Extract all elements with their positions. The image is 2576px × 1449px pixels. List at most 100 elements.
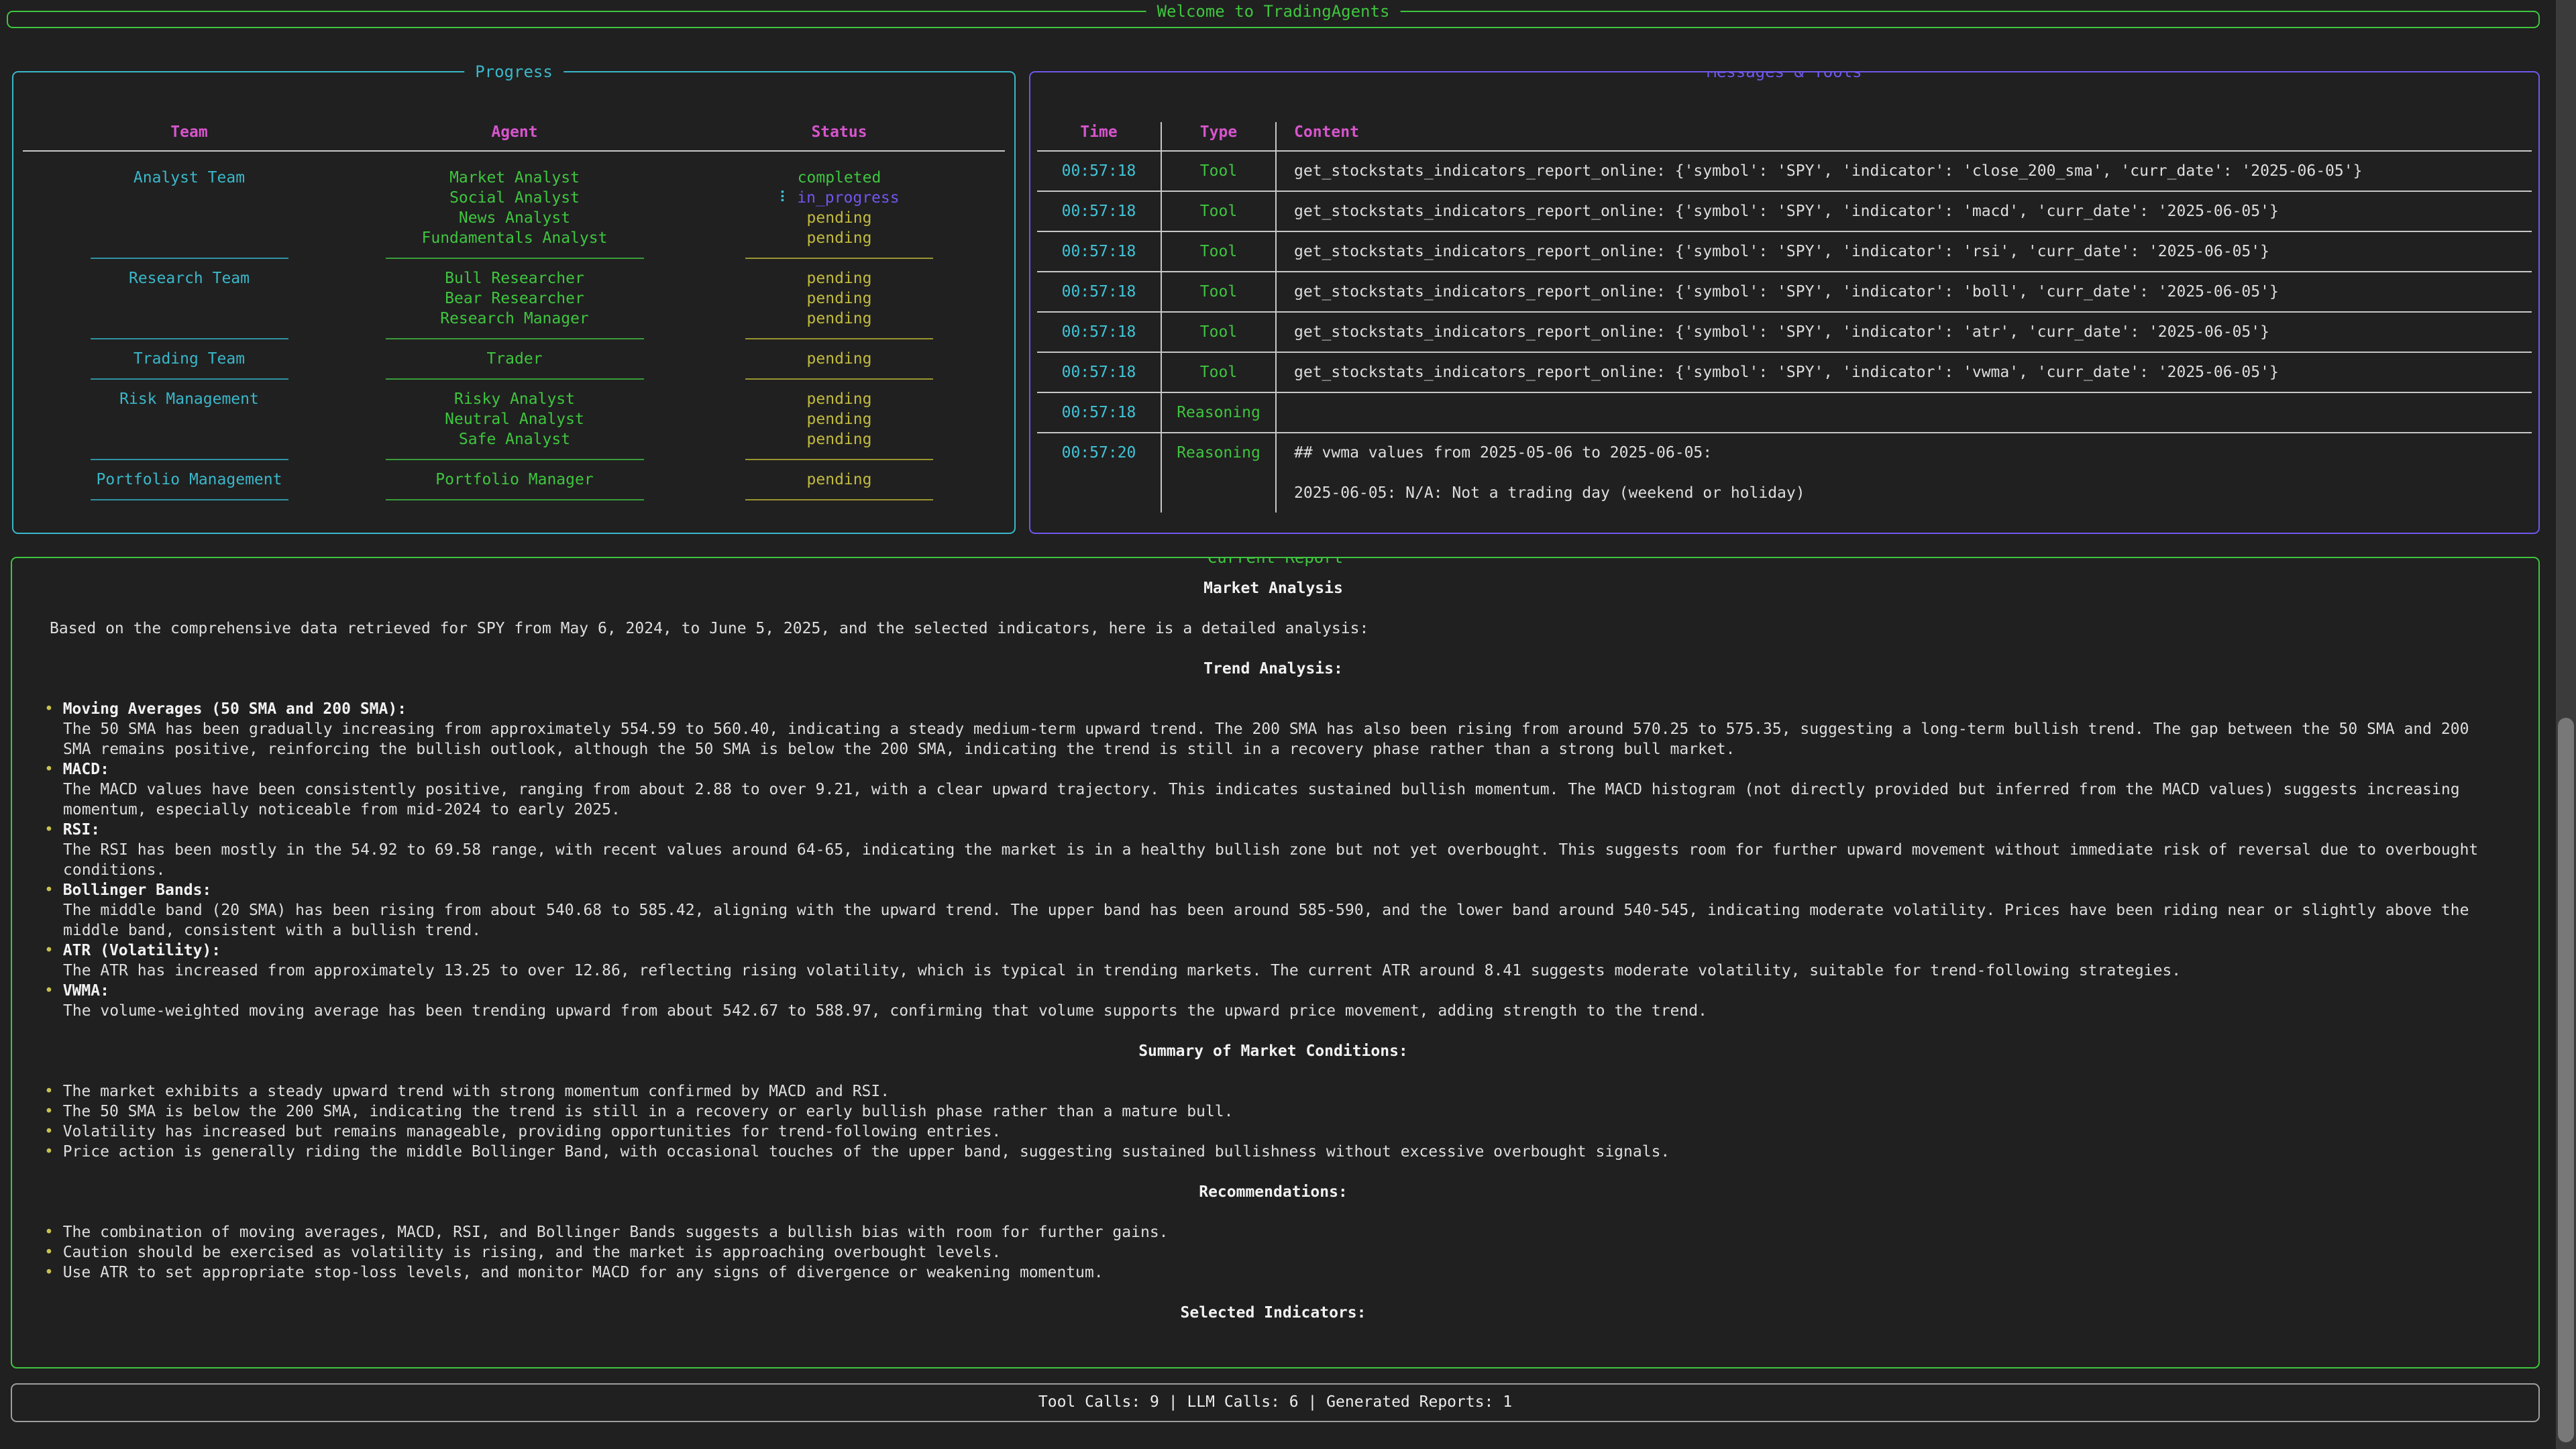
content-cell: ## vwma values from 2025-05-06 to 2025-0… <box>1277 433 2532 513</box>
group-separator <box>21 369 1006 389</box>
report-sections: Trend Analysis:• Moving Averages (50 SMA… <box>44 659 2502 1323</box>
message-row: 00:57:18Toolget_stockstats_indicators_re… <box>1037 311 2532 352</box>
messages-table-header: Time Type Content <box>1037 122 2532 152</box>
bullet-item: • Volatility has increased but remains m… <box>44 1122 2502 1142</box>
group-separator <box>21 329 1006 349</box>
tradingagents-terminal: { "banner": { "title": "Welcome to Tradi… <box>0 0 2576 1449</box>
separator-segment <box>21 378 357 380</box>
column-header-team: Team <box>21 122 357 142</box>
bullet-text: The combination of moving averages, MACD… <box>63 1224 1169 1241</box>
agent-cell: Trader <box>357 349 672 369</box>
agent-cell: Safe Analyst <box>357 429 672 449</box>
progress-row: Trading TeamTraderpending <box>21 349 1006 369</box>
messages-tools-panel: Messages & Tools Time Type Content 00:57… <box>1029 71 2540 534</box>
content-cell: get_stockstats_indicators_report_online:… <box>1277 232 2532 271</box>
bullet-text: Price action is generally riding the mid… <box>63 1143 1670 1161</box>
separator-line <box>91 499 288 500</box>
separator-segment <box>21 258 357 259</box>
bullet-label: Moving Averages (50 SMA and 200 SMA): <box>63 700 407 718</box>
agent-cell: Market Analyst <box>357 168 672 188</box>
bullet-item: • Price action is generally riding the m… <box>44 1142 2502 1162</box>
bullet-item: • VWMA: <box>44 981 2502 1001</box>
time-cell: 00:57:18 <box>1037 232 1162 271</box>
column-header-status: Status <box>672 122 1006 142</box>
separator-line <box>745 459 933 460</box>
progress-row: Bear Researcherpending <box>21 288 1006 309</box>
separator-segment <box>357 459 672 460</box>
bullet-icon: • <box>44 1143 63 1161</box>
separator-line <box>91 378 288 380</box>
team-cell <box>21 188 357 208</box>
separator-segment <box>672 258 1006 259</box>
time-cell: 00:57:18 <box>1037 152 1162 191</box>
bullet-text: The market exhibits a steady upward tren… <box>63 1083 890 1100</box>
group-separator <box>21 248 1006 268</box>
progress-rows: Analyst TeamMarket AnalystcompletedSocia… <box>21 168 1006 510</box>
agent-cell: Bull Researcher <box>357 268 672 288</box>
status-cell: pending <box>672 309 1006 329</box>
progress-row: Risk ManagementRisky Analystpending <box>21 389 1006 409</box>
content-cell: get_stockstats_indicators_report_online:… <box>1277 353 2532 392</box>
bullet-label: VWMA: <box>63 982 109 1000</box>
bullet-icon: • <box>44 1264 63 1281</box>
type-cell: Tool <box>1162 232 1277 271</box>
time-cell: 00:57:18 <box>1037 353 1162 392</box>
banner-title: Welcome to TradingAgents <box>1146 1 1401 21</box>
bullet-item: • ATR (Volatility): <box>44 941 2502 961</box>
separator-segment <box>672 459 1006 460</box>
bullet-icon: • <box>44 700 63 718</box>
progress-row: News Analystpending <box>21 208 1006 228</box>
separator-line <box>745 499 933 500</box>
status-cell: ⠇in_progress <box>672 188 1006 208</box>
team-cell: Trading Team <box>21 349 357 369</box>
message-row: 00:57:18Toolget_stockstats_indicators_re… <box>1037 352 2532 392</box>
column-header-content: Content <box>1277 122 2532 150</box>
team-cell: Analyst Team <box>21 168 357 188</box>
separator-line <box>386 258 644 259</box>
status-cell: pending <box>672 429 1006 449</box>
separator-line <box>91 258 288 259</box>
progress-panel-title: Progress <box>464 62 564 82</box>
message-row: 00:57:18Toolget_stockstats_indicators_re… <box>1037 231 2532 271</box>
separator-segment <box>21 338 357 339</box>
separator-line <box>91 459 288 460</box>
message-row: 00:57:20Reasoning## vwma values from 202… <box>1037 432 2532 513</box>
content-cell: get_stockstats_indicators_report_online:… <box>1277 272 2532 311</box>
agent-cell: Risky Analyst <box>357 389 672 409</box>
bullet-text: Use ATR to set appropriate stop-loss lev… <box>63 1264 1104 1281</box>
column-header-agent: Agent <box>357 122 672 142</box>
report-panel-title: Current Report <box>1197 557 1354 568</box>
status-cell: completed <box>672 168 1006 188</box>
column-header-time: Time <box>1037 122 1162 150</box>
bullet-item: • The 50 SMA is below the 200 SMA, indic… <box>44 1102 2502 1122</box>
progress-row: Research Managerpending <box>21 309 1006 329</box>
status-cell: pending <box>672 208 1006 228</box>
type-cell: Reasoning <box>1162 433 1277 513</box>
bullet-text: The MACD values have been consistently p… <box>63 780 2502 820</box>
bullet-icon: • <box>44 1083 63 1100</box>
bullet-icon: • <box>44 982 63 1000</box>
status-cell: pending <box>672 470 1006 490</box>
separator-segment <box>672 378 1006 380</box>
bullet-item: • Use ATR to set appropriate stop-loss l… <box>44 1263 2502 1283</box>
type-cell: Tool <box>1162 192 1277 231</box>
bullet-item: • Caution should be exercised as volatil… <box>44 1242 2502 1263</box>
time-cell: 00:57:20 <box>1037 433 1162 513</box>
progress-row: Analyst TeamMarket Analystcompleted <box>21 168 1006 188</box>
scrollbar-thumb[interactable] <box>2558 718 2574 1442</box>
bullet-item: • The market exhibits a steady upward tr… <box>44 1081 2502 1102</box>
bullet-item: • The combination of moving averages, MA… <box>44 1222 2502 1242</box>
section-heading: Recommendations: <box>44 1182 2502 1202</box>
content-cell: get_stockstats_indicators_report_online:… <box>1277 152 2532 191</box>
agent-cell: News Analyst <box>357 208 672 228</box>
time-cell: 00:57:18 <box>1037 272 1162 311</box>
separator-line <box>386 338 644 339</box>
type-cell: Reasoning <box>1162 393 1277 432</box>
bullet-item: • Moving Averages (50 SMA and 200 SMA): <box>44 699 2502 719</box>
separator-segment <box>21 459 357 460</box>
progress-panel: Progress Team Agent Status Analyst TeamM… <box>12 71 1016 534</box>
agent-cell: Fundamentals Analyst <box>357 228 672 248</box>
separator-segment <box>357 338 672 339</box>
separator-segment <box>672 499 1006 500</box>
bullet-item: • RSI: <box>44 820 2502 840</box>
